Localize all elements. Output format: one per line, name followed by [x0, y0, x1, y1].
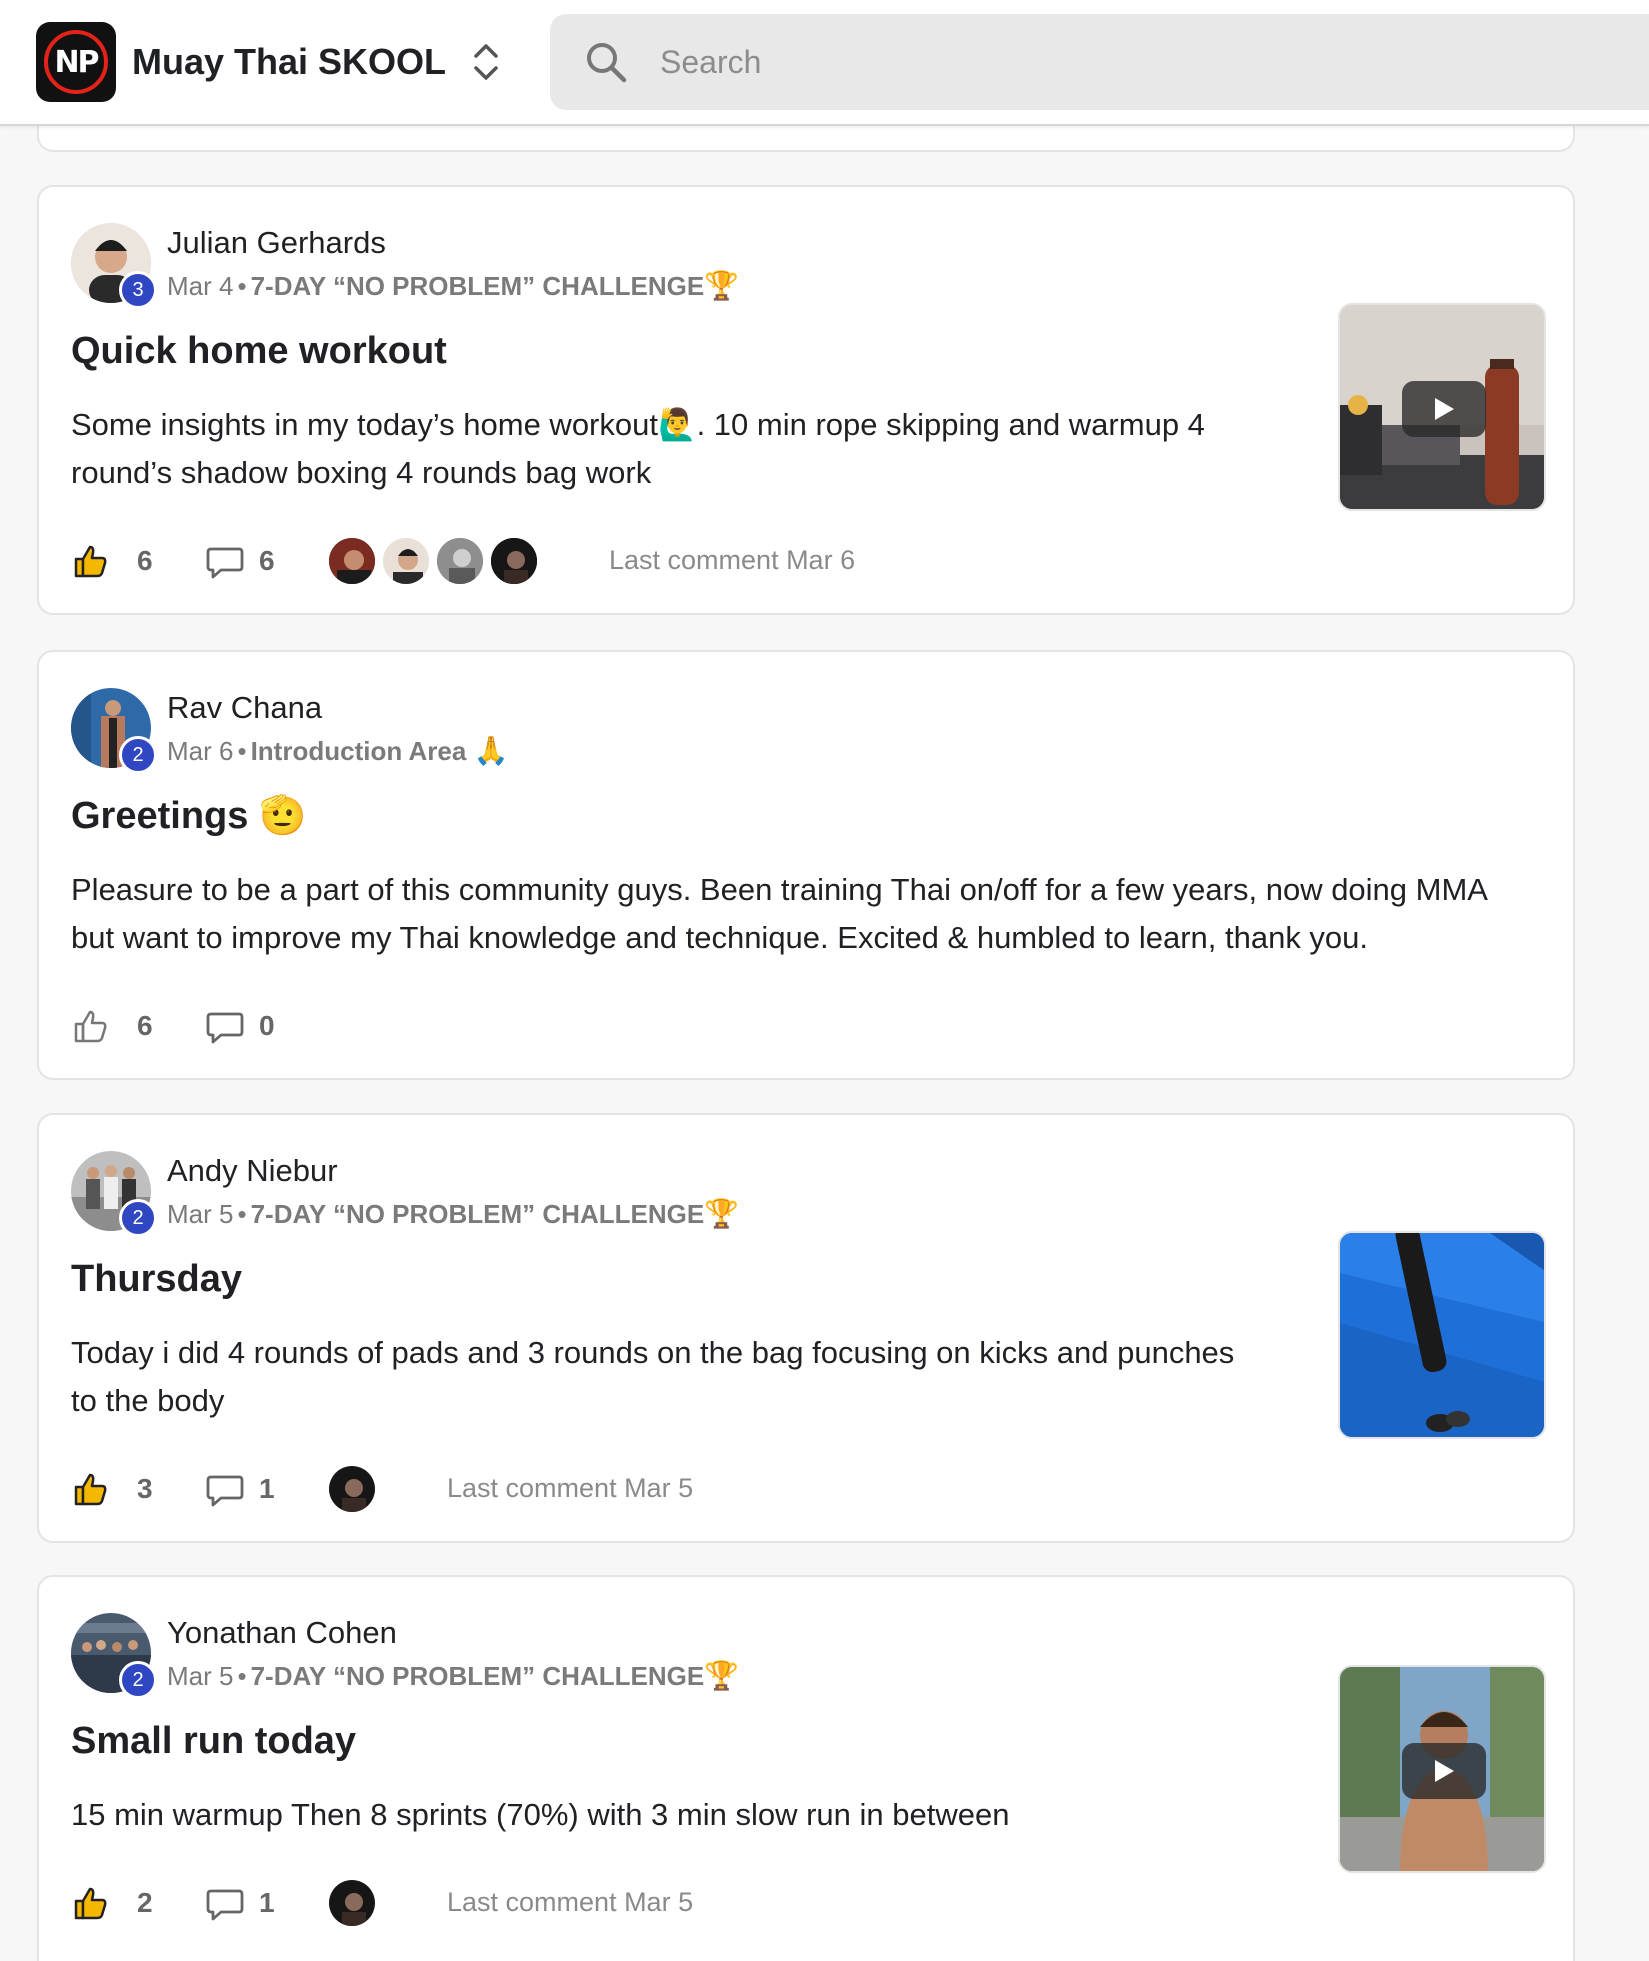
video-thumbnail[interactable]: [1338, 303, 1546, 511]
post-body: 15 min warmup Then 8 sprints (70%) with …: [71, 1791, 1009, 1839]
author-avatar[interactable]: 3: [71, 223, 157, 309]
author-name[interactable]: Yonathan Cohen: [167, 1613, 397, 1653]
comment-count: 1: [259, 1473, 275, 1504]
post-card[interactable]: 2 Rav Chana Mar 6 • Introduction Area 🙏 Gr…: [37, 650, 1575, 1080]
category-link[interactable]: 7-DAY “NO PROBLEM” CHALLENGE: [251, 271, 705, 301]
author-avatar[interactable]: 2: [71, 688, 157, 774]
post-body: Pleasure to be a part of this community …: [71, 866, 1488, 962]
search-input[interactable]: [660, 36, 1560, 88]
post-card[interactable]: 2 Yonathan Cohen Mar 5 • 7-DAY “NO PROBLEM…: [37, 1575, 1575, 1961]
like-count: 6: [137, 545, 153, 576]
thumbs-up-icon[interactable]: [71, 1006, 111, 1046]
post-stats: 6 6 Last comment Mar 6: [71, 531, 1071, 591]
last-comment-text: Last comment Mar 5: [447, 1473, 694, 1503]
community-name[interactable]: Muay Thai SKOOL: [132, 38, 446, 86]
post-date: Mar 5: [167, 1661, 234, 1691]
post-card[interactable]: 3 Julian Gerhards Mar 4 • 7-DAY “NO PROBLE…: [37, 185, 1575, 615]
post-body-line: Pleasure to be a part of this community …: [71, 872, 1488, 907]
trophy-icon: 🏆: [704, 270, 740, 301]
commenter-avatar: [327, 536, 377, 586]
play-button[interactable]: [1402, 381, 1486, 437]
play-button[interactable]: [1402, 1743, 1486, 1799]
commenter-avatar: [381, 536, 431, 586]
community-logo[interactable]: NP: [36, 22, 116, 102]
post-stats: 3 1 Last comment Mar 5: [71, 1459, 1071, 1519]
post-stats: 2 1 Last comment Mar 5: [71, 1873, 1071, 1933]
post-body: Some insights in my today’s home workout…: [71, 401, 1205, 497]
author-name[interactable]: Rav Chana: [167, 688, 322, 728]
comment-bubble-icon[interactable]: [205, 1883, 245, 1923]
post-card[interactable]: 2 Andy Niebur Mar 5 • 7-DAY “NO PROBLEM” C…: [37, 1113, 1575, 1543]
level-badge: 2: [119, 1199, 157, 1237]
comment-count: 6: [259, 545, 275, 576]
meta-separator: •: [237, 1199, 247, 1229]
post-meta: Mar 5 • 7-DAY “NO PROBLEM” CHALLENGE🏆: [167, 1659, 739, 1693]
level-badge: 2: [119, 1661, 157, 1699]
post-body-line: round’s shadow boxing 4 rounds bag work: [71, 455, 652, 490]
level-badge: 3: [119, 271, 157, 309]
post-title[interactable]: Quick home workout: [71, 325, 447, 377]
trophy-icon: 🏆: [704, 1198, 740, 1229]
thumbs-up-icon[interactable]: [71, 541, 111, 581]
post-title[interactable]: Greetings 🫡: [71, 790, 306, 842]
category-link[interactable]: 7-DAY “NO PROBLEM” CHALLENGE: [251, 1661, 705, 1691]
comment-bubble-icon[interactable]: [205, 1006, 245, 1046]
thumbs-up-icon[interactable]: [71, 1883, 111, 1923]
play-icon: [1435, 1760, 1454, 1782]
category-link[interactable]: Introduction Area: [251, 736, 467, 766]
post-body-line: to the body: [71, 1383, 225, 1418]
commenter-avatar: [327, 1464, 377, 1514]
chevron-up-down-icon: [474, 44, 498, 80]
logo-mark: NP: [44, 30, 108, 94]
commenter-avatar: [327, 1878, 377, 1928]
author-avatar[interactable]: 2: [71, 1151, 157, 1237]
like-count: 2: [137, 1887, 153, 1918]
commenter-avatar: [489, 536, 539, 586]
level-badge: 2: [119, 736, 157, 774]
search-icon: [587, 43, 627, 83]
comment-count: 0: [259, 1010, 275, 1041]
meta-separator: •: [237, 736, 247, 766]
praying-hands-icon: 🙏: [473, 735, 509, 766]
video-thumbnail[interactable]: [1338, 1665, 1546, 1873]
trophy-icon: 🏆: [704, 1660, 740, 1691]
post-meta: Mar 5 • 7-DAY “NO PROBLEM” CHALLENGE🏆: [167, 1197, 739, 1231]
thumbs-up-icon[interactable]: [71, 1469, 111, 1509]
post-date: Mar 4: [167, 271, 234, 301]
commenter-avatar: [435, 536, 485, 586]
comment-count: 1: [259, 1887, 275, 1918]
last-comment-text: Last comment Mar 5: [447, 1887, 694, 1917]
post-date: Mar 6: [167, 736, 234, 766]
search-bar[interactable]: [550, 14, 1649, 110]
author-name[interactable]: Andy Niebur: [167, 1151, 338, 1191]
post-stats: 6 0: [71, 996, 1071, 1056]
thumbnail-image: [1340, 1233, 1544, 1437]
post-body-line: 15 min warmup Then 8 sprints (70%) with …: [71, 1797, 1010, 1832]
post-meta: Mar 4 • 7-DAY “NO PROBLEM” CHALLENGE🏆: [167, 269, 739, 303]
post-title-text: Greetings: [71, 795, 249, 837]
post-title[interactable]: Thursday: [71, 1253, 242, 1305]
post-body-line: Today i did 4 rounds of pads and 3 round…: [71, 1335, 1235, 1370]
last-comment-text: Last comment Mar 6: [609, 545, 856, 575]
post-body-line: Some insights in my today’s home workout…: [71, 407, 1205, 442]
post-body: Today i did 4 rounds of pads and 3 round…: [71, 1329, 1234, 1425]
author-name[interactable]: Julian Gerhards: [167, 223, 386, 263]
post-date: Mar 5: [167, 1199, 234, 1229]
comment-bubble-icon[interactable]: [205, 1469, 245, 1509]
post-meta: Mar 6 • Introduction Area 🙏: [167, 734, 508, 768]
like-count: 6: [137, 1010, 153, 1041]
post-body-line: but want to improve my Thai knowledge an…: [71, 920, 1369, 955]
meta-separator: •: [237, 1661, 247, 1691]
author-avatar[interactable]: 2: [71, 1613, 157, 1699]
community-switcher[interactable]: [466, 36, 506, 88]
top-header: NP Muay Thai SKOOL: [0, 0, 1649, 126]
like-count: 3: [137, 1473, 153, 1504]
image-thumbnail[interactable]: [1338, 1231, 1546, 1439]
comment-bubble-icon[interactable]: [205, 541, 245, 581]
meta-separator: •: [237, 271, 247, 301]
play-icon: [1435, 398, 1454, 420]
saluting-face-icon: 🫡: [258, 795, 307, 837]
post-title[interactable]: Small run today: [71, 1715, 356, 1767]
category-link[interactable]: 7-DAY “NO PROBLEM” CHALLENGE: [251, 1199, 705, 1229]
